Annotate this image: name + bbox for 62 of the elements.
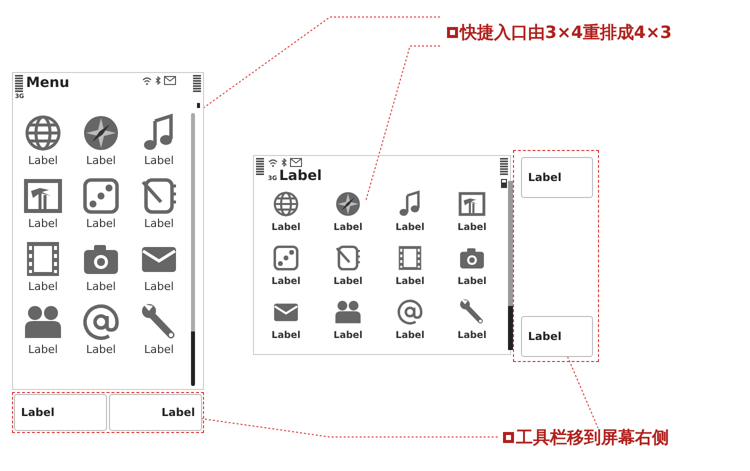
app-label[interactable]: Label (272, 330, 300, 341)
toolbar-button[interactable]: Label (521, 316, 593, 357)
toolbar-button[interactable]: Label (109, 394, 202, 431)
signal-icon (256, 158, 264, 176)
toolbar-button[interactable]: Label (521, 157, 593, 198)
wrench-icon[interactable] (458, 298, 486, 326)
envelope-icon (164, 76, 176, 85)
app-label[interactable]: Label (86, 343, 116, 356)
bluetooth-icon (281, 158, 287, 167)
app-label[interactable]: Label (396, 330, 424, 341)
battery-icon (500, 158, 508, 176)
scrollbar[interactable] (508, 181, 513, 350)
app-label[interactable]: Label (28, 154, 58, 167)
square-bullet-icon (503, 432, 514, 443)
wifi-icon (268, 158, 278, 166)
app-label[interactable]: Label (144, 280, 174, 293)
battery-icon (193, 75, 201, 93)
wifi-icon (142, 76, 152, 84)
app-label[interactable]: Label (458, 276, 486, 287)
envelope-icon (290, 158, 302, 167)
globe-icon[interactable] (23, 113, 63, 153)
app-label[interactable]: Label (144, 343, 174, 356)
app-label[interactable]: Label (144, 154, 174, 167)
app-label[interactable]: Label (396, 276, 424, 287)
app-label[interactable]: Label (86, 154, 116, 167)
app-label[interactable]: Label (272, 276, 300, 287)
compass-icon[interactable] (334, 190, 362, 218)
scrollbar[interactable] (191, 113, 195, 386)
app-label[interactable]: Label (334, 330, 362, 341)
callout-text: 快捷入口由3×4重排成4×3 (460, 22, 672, 44)
app-label[interactable]: Label (334, 222, 362, 233)
app-label[interactable]: Label (28, 280, 58, 293)
app-label[interactable]: Label (86, 217, 116, 230)
signal-icon (15, 75, 23, 93)
at-sign-icon[interactable] (81, 302, 121, 342)
globe-icon[interactable] (272, 190, 300, 218)
toolbar-button[interactable]: Label (14, 394, 107, 431)
screen-title: Label (279, 168, 322, 184)
picture-frame-icon[interactable] (23, 176, 63, 216)
app-label[interactable]: Label (272, 222, 300, 233)
notebook-icon[interactable] (139, 176, 179, 216)
people-icon[interactable] (334, 298, 362, 326)
app-label[interactable]: Label (86, 280, 116, 293)
picture-frame-icon[interactable] (458, 190, 486, 218)
app-label[interactable]: Label (144, 217, 174, 230)
app-label[interactable]: Label (396, 222, 424, 233)
notebook-icon[interactable] (334, 244, 362, 272)
callout-text: 工具栏移到屏幕右侧 (516, 427, 669, 449)
square-bullet-icon (447, 27, 458, 38)
at-sign-icon[interactable] (396, 298, 424, 326)
dice-icon[interactable] (81, 176, 121, 216)
dice-icon[interactable] (272, 244, 300, 272)
app-label[interactable]: Label (458, 330, 486, 341)
screen-title: Menu (26, 75, 70, 91)
battery-icon (501, 179, 507, 188)
film-icon[interactable] (396, 244, 424, 272)
app-label[interactable]: Label (458, 222, 486, 233)
app-label[interactable]: Label (334, 276, 362, 287)
app-label[interactable]: Label (28, 217, 58, 230)
compass-icon[interactable] (81, 113, 121, 153)
bluetooth-icon (155, 76, 161, 85)
app-label[interactable]: Label (28, 343, 58, 356)
